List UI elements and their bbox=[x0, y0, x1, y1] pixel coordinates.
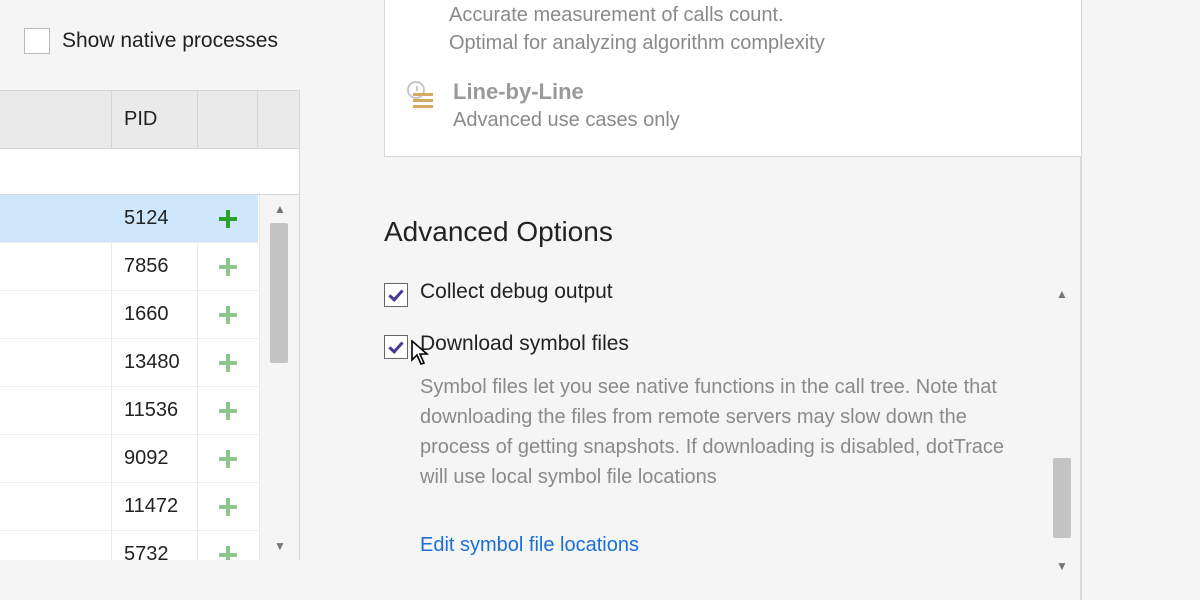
scroll-down-icon[interactable]: ▼ bbox=[1042, 552, 1082, 580]
scroll-thumb[interactable] bbox=[1053, 458, 1071, 538]
scroll-thumb[interactable] bbox=[270, 223, 288, 363]
plus-icon bbox=[219, 354, 237, 372]
row-name-cell bbox=[0, 387, 112, 434]
row-pid-cell: 7856 bbox=[112, 243, 198, 290]
check-icon bbox=[388, 338, 403, 354]
plus-icon bbox=[219, 306, 237, 324]
checkbox-icon bbox=[384, 283, 408, 307]
sampling-description: Accurate measurement of calls count. Opt… bbox=[385, 0, 1081, 57]
table-row[interactable]: 7856 bbox=[0, 243, 258, 291]
plus-icon bbox=[219, 258, 237, 276]
table-row[interactable]: 11536 bbox=[0, 387, 258, 435]
process-list-pane: Show native processes PID 51247856166013… bbox=[0, 0, 302, 600]
row-name-cell bbox=[0, 435, 112, 482]
profiling-type-box: Accurate measurement of calls count. Opt… bbox=[384, 0, 1082, 157]
symbol-files-description: Symbol files let you see native function… bbox=[420, 372, 1010, 492]
download-symbol-label: Download symbol files bbox=[420, 332, 629, 356]
table-row[interactable]: 11472 bbox=[0, 483, 258, 531]
plus-icon bbox=[219, 450, 237, 468]
row-name-cell bbox=[0, 195, 112, 242]
row-name-cell bbox=[0, 483, 112, 530]
line-by-line-title: Line-by-Line bbox=[453, 79, 680, 105]
download-symbol-files-checkbox[interactable]: Download symbol files bbox=[384, 332, 629, 359]
row-name-cell bbox=[0, 243, 112, 290]
plus-icon bbox=[219, 402, 237, 420]
scroll-track[interactable] bbox=[1042, 308, 1082, 552]
options-pane: Accurate measurement of calls count. Opt… bbox=[302, 0, 1200, 600]
collect-debug-output-checkbox[interactable]: Collect debug output bbox=[384, 280, 613, 307]
show-native-label: Show native processes bbox=[62, 29, 278, 53]
row-pid-cell: 5124 bbox=[112, 195, 198, 242]
checkbox-icon bbox=[24, 28, 50, 54]
column-header-action bbox=[198, 91, 258, 148]
column-header-scroll bbox=[258, 91, 299, 148]
column-header-pid[interactable]: PID bbox=[112, 91, 198, 148]
column-header-name[interactable] bbox=[0, 91, 112, 148]
plus-icon bbox=[219, 546, 237, 561]
sampling-hint-line2: Optimal for analyzing algorithm complexi… bbox=[449, 29, 1081, 57]
attach-button[interactable] bbox=[198, 291, 258, 338]
row-name-cell bbox=[0, 339, 112, 386]
attach-button[interactable] bbox=[198, 195, 258, 242]
row-pid-cell: 9092 bbox=[112, 435, 198, 482]
row-name-cell bbox=[0, 531, 112, 560]
plus-icon bbox=[219, 210, 237, 228]
attach-button[interactable] bbox=[198, 483, 258, 530]
row-pid-cell: 11536 bbox=[112, 387, 198, 434]
advanced-options-heading: Advanced Options bbox=[384, 216, 613, 248]
table-row[interactable]: 5732 bbox=[0, 531, 258, 560]
table-filter-row[interactable] bbox=[0, 149, 299, 195]
attach-button[interactable] bbox=[198, 243, 258, 290]
table-row[interactable]: 1660 bbox=[0, 291, 258, 339]
scroll-down-icon[interactable]: ▼ bbox=[260, 532, 299, 560]
process-table: PID 51247856166013480115369092114725732 … bbox=[0, 90, 300, 560]
scroll-up-icon[interactable]: ▲ bbox=[1042, 280, 1082, 308]
line-by-line-subtitle: Advanced use cases only bbox=[453, 109, 680, 132]
row-pid-cell: 11472 bbox=[112, 483, 198, 530]
table-header: PID bbox=[0, 91, 299, 149]
scroll-up-icon[interactable]: ▲ bbox=[260, 195, 299, 223]
table-row[interactable]: 9092 bbox=[0, 435, 258, 483]
scroll-track[interactable] bbox=[260, 223, 299, 532]
row-pid-cell: 5732 bbox=[112, 531, 198, 560]
line-by-line-option[interactable]: Line-by-Line Advanced use cases only bbox=[385, 57, 1081, 132]
plus-icon bbox=[219, 498, 237, 516]
attach-button[interactable] bbox=[198, 531, 258, 560]
sampling-hint-line1: Accurate measurement of calls count. bbox=[449, 1, 1081, 29]
table-row[interactable]: 5124 bbox=[0, 195, 258, 243]
attach-button[interactable] bbox=[198, 339, 258, 386]
checkbox-icon bbox=[384, 335, 408, 359]
line-by-line-icon bbox=[407, 81, 435, 109]
check-icon bbox=[388, 286, 403, 302]
row-pid-cell: 13480 bbox=[112, 339, 198, 386]
edit-symbol-locations-link[interactable]: Edit symbol file locations bbox=[420, 534, 639, 557]
collect-debug-label: Collect debug output bbox=[420, 280, 613, 304]
table-vertical-scrollbar[interactable]: ▲ ▼ bbox=[259, 195, 299, 560]
table-row[interactable]: 13480 bbox=[0, 339, 258, 387]
row-pid-cell: 1660 bbox=[112, 291, 198, 338]
panel-vertical-scrollbar[interactable]: ▲ ▼ bbox=[1042, 280, 1082, 580]
row-name-cell bbox=[0, 291, 112, 338]
attach-button[interactable] bbox=[198, 435, 258, 482]
show-native-processes-checkbox[interactable]: Show native processes bbox=[24, 28, 278, 54]
attach-button[interactable] bbox=[198, 387, 258, 434]
table-body: 51247856166013480115369092114725732 ▲ ▼ bbox=[0, 195, 299, 560]
